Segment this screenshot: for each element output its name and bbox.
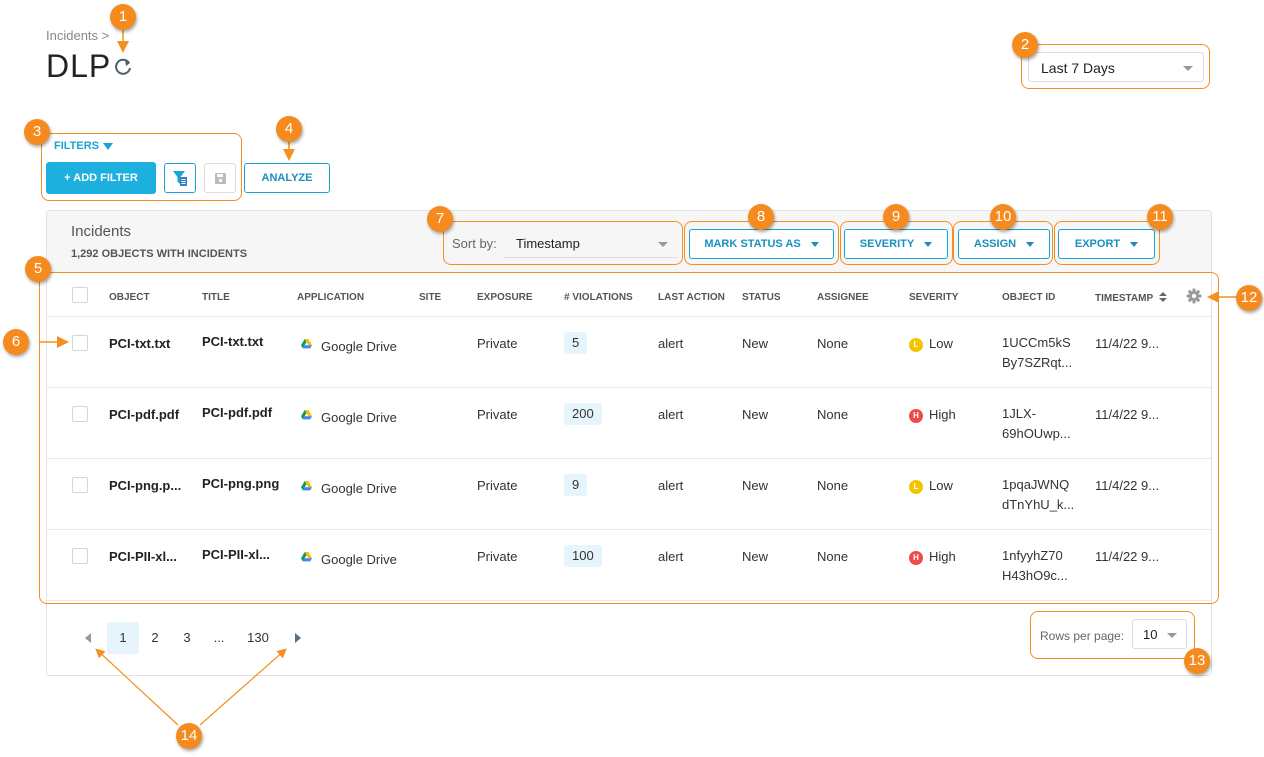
annotation-badge-11: 11 — [1147, 204, 1173, 230]
annotation-badge-4: 4 — [276, 116, 302, 142]
annotation-arrows — [40, 28, 1238, 726]
annotation-badge-1: 1 — [110, 4, 136, 30]
annotation-badge-2: 2 — [1012, 32, 1038, 58]
annotation-badge-5: 5 — [25, 256, 51, 282]
annotation-badge-14: 14 — [176, 723, 202, 749]
annotation-arrow-14b — [199, 648, 287, 726]
annotation-badge-8: 8 — [748, 204, 774, 230]
annotation-badge-13: 13 — [1184, 648, 1210, 674]
annotation-badge-9: 9 — [883, 204, 909, 230]
annotation-badge-12: 12 — [1236, 285, 1262, 311]
annotation-badge-3: 3 — [24, 119, 50, 145]
annotation-badge-7: 7 — [427, 206, 453, 232]
annotation-badge-10: 10 — [990, 204, 1016, 230]
annotation-badge-6: 6 — [3, 329, 29, 355]
annotation-arrow-14a — [95, 648, 179, 726]
